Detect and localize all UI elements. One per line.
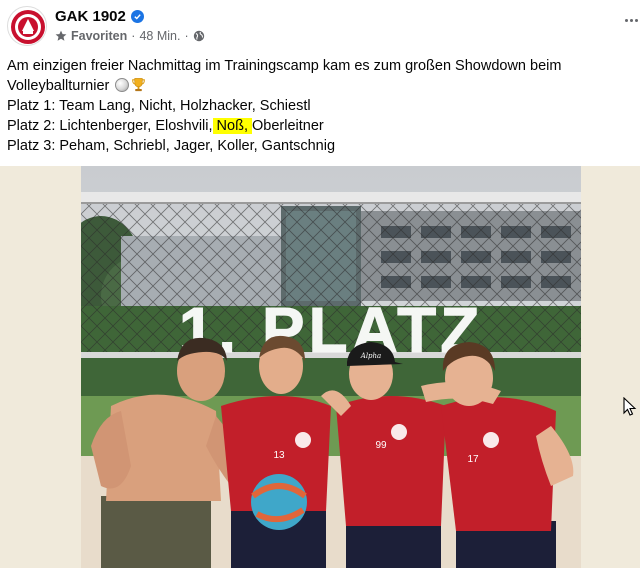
post-text-line: Platz 2: Lichtenberger, Eloshvili, Noß, … <box>7 116 632 136</box>
post-header: GAK 1902 Favoriten · 48 Min. · <box>0 0 640 52</box>
post-photo[interactable]: 1. PLATZ 13 99 Alpha 17 <box>81 166 581 568</box>
jersey-number-99: 99 <box>375 440 387 451</box>
page-avatar[interactable] <box>7 6 47 46</box>
post-text: Am einzigen freier Nachmittag im Trainin… <box>7 56 632 156</box>
club-crest-icon <box>11 10 45 44</box>
post-text-line: Platz 3: Peham, Schriebl, Jager, Koller,… <box>7 136 632 156</box>
post-text-line: Platz 1: Team Lang, Nicht, Holzhacker, S… <box>7 96 632 116</box>
trophy-emoji-icon <box>132 78 146 92</box>
post-text-line-4b: Oberleitner <box>252 118 324 134</box>
highlighted-name: Noß, <box>212 118 253 134</box>
page-name-row: GAK 1902 <box>55 8 144 25</box>
post-text-line-5: Platz 3: Peham, Schriebl, Jager, Koller,… <box>7 138 336 154</box>
meta-separator: · <box>131 29 136 43</box>
volleyball-emoji-icon <box>115 78 130 92</box>
post-text-line-3: Platz 1: Team Lang, Nicht, Holzhacker, S… <box>7 98 311 114</box>
post-text-line-2: Volleyballturnier <box>7 78 110 94</box>
more-options-icon[interactable] <box>622 10 640 30</box>
star-icon <box>55 30 67 41</box>
jersey-number-17: 17 <box>467 454 479 465</box>
photo-scene: 1. PLATZ 13 99 Alpha 17 <box>81 166 581 568</box>
page-name[interactable]: GAK 1902 <box>55 8 126 25</box>
post-text-line: Am einzigen freier Nachmittag im Trainin… <box>7 56 632 76</box>
globe-icon <box>193 30 204 42</box>
post-text-line: Volleyballturnier <box>7 76 632 96</box>
post-text-line-4a: Platz 2: Lichtenberger, Eloshvili, <box>7 118 213 134</box>
meta-separator-2: · <box>184 29 189 43</box>
post-timestamp[interactable]: 48 Min. <box>139 29 180 43</box>
post-media: 1. PLATZ 13 99 Alpha 17 <box>0 166 640 568</box>
post-text-line-1: Am einzigen freier Nachmittag im Trainin… <box>7 58 562 74</box>
favorites-label: Favoriten <box>71 29 128 43</box>
cap-text: Alpha <box>360 352 381 360</box>
verified-badge-icon <box>130 10 144 23</box>
mouse-cursor-icon <box>623 396 637 422</box>
post-meta: Favoriten · 48 Min. · <box>55 29 205 43</box>
jersey-number-13: 13 <box>273 450 285 461</box>
